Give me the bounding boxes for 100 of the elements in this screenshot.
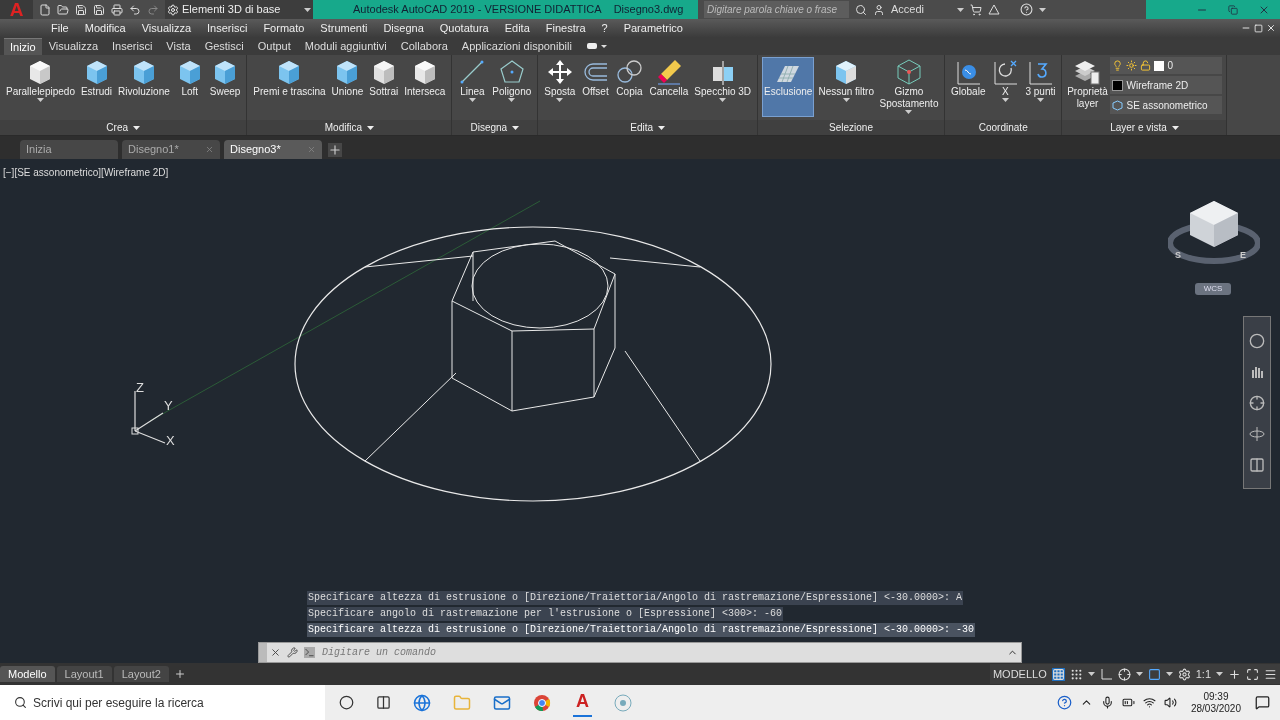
ribbon-tool-button[interactable]: Rivoluzione: [116, 57, 172, 117]
ribbon-tool-button[interactable]: Poligono: [490, 57, 534, 117]
new-file-icon[interactable]: [39, 3, 51, 16]
ribbon-tool-button[interactable]: X: [989, 57, 1022, 117]
menu-item[interactable]: Quotatura: [431, 19, 497, 37]
ribbon-tool-button[interactable]: Nessun filtro: [816, 57, 876, 117]
sign-in-link[interactable]: Accedi: [891, 1, 951, 18]
model-space-button[interactable]: MODELLO: [992, 665, 1047, 683]
menu-item[interactable]: Modifica: [76, 19, 134, 37]
ribbon-tool-button[interactable]: Premi e trascina: [251, 57, 328, 117]
steering-wheel-icon[interactable]: [1249, 332, 1265, 349]
ribbon-tab[interactable]: Output: [250, 38, 298, 55]
ribbon-tab[interactable]: Vista: [159, 38, 198, 55]
annotation-scale[interactable]: 1:1: [1195, 665, 1211, 683]
ribbon-tab[interactable]: Gestisci: [197, 38, 251, 55]
command-line-field[interactable]: Digitare un comando: [258, 642, 1022, 663]
wifi-icon[interactable]: [1142, 696, 1156, 709]
view-dropdown[interactable]: SE assonometrico: [1110, 96, 1223, 114]
ribbon-tool-button[interactable]: Esclusione: [762, 57, 815, 117]
ribbon-tool-button[interactable]: Estrudi: [78, 57, 115, 117]
ribbon-tool-button[interactable]: Gizmo Spostamento: [878, 57, 940, 117]
menu-item[interactable]: Edita: [496, 19, 538, 37]
object-snap-icon[interactable]: [1147, 667, 1161, 681]
print-icon[interactable]: [111, 3, 123, 16]
clock-time[interactable]: 09:39: [1203, 690, 1229, 703]
volume-icon[interactable]: [1163, 696, 1177, 709]
document-tab[interactable]: Disegno1*: [122, 140, 220, 159]
open-folder-icon[interactable]: [57, 3, 69, 16]
panel-title[interactable]: Layer e vista: [1062, 120, 1227, 135]
add-layout-icon[interactable]: [173, 668, 186, 680]
panel-title[interactable]: Disegna: [452, 120, 538, 135]
workspace-icon[interactable]: [1177, 667, 1191, 681]
ribbon-tab[interactable]: Visualizza: [41, 38, 105, 55]
panel-toggle-icon[interactable]: [586, 41, 607, 51]
document-tab[interactable]: Inizia: [20, 140, 118, 159]
triangle-nodes-icon[interactable]: [988, 3, 1000, 16]
restore-icon[interactable]: [1228, 4, 1238, 15]
cart-icon[interactable]: [970, 3, 982, 16]
panel-title[interactable]: Selezione: [758, 120, 944, 135]
ribbon-tool-button[interactable]: Sweep: [207, 57, 243, 117]
ribbon-tab[interactable]: Collabora: [393, 38, 455, 55]
plus-icon[interactable]: [1228, 667, 1241, 681]
redo-icon[interactable]: [147, 3, 159, 16]
clock-date[interactable]: 28/03/2020: [1190, 702, 1241, 715]
layout-tab[interactable]: Layout1: [56, 666, 112, 682]
customize-icon[interactable]: [1264, 667, 1277, 681]
menu-item[interactable]: Disegna: [375, 19, 432, 37]
ribbon-tool-button[interactable]: Offset: [579, 57, 612, 117]
command-prompt-icon[interactable]: [304, 647, 315, 658]
task-view-icon[interactable]: [376, 695, 391, 710]
microphone-icon[interactable]: [1100, 696, 1114, 709]
close-icon[interactable]: [270, 647, 281, 658]
menu-item[interactable]: Formato: [255, 19, 313, 37]
menu-item[interactable]: Finestra: [537, 19, 594, 37]
taskbar-search-field[interactable]: Scrivi qui per eseguire la ricerca: [0, 685, 325, 720]
save-as-icon[interactable]: [93, 3, 105, 16]
menu-item[interactable]: Strumenti: [312, 19, 376, 37]
battery-icon[interactable]: [1121, 696, 1135, 709]
workspace-dropdown[interactable]: Elementi 3D di base: [165, 0, 313, 19]
search-field[interactable]: Digitare parola chiave o frase: [704, 1, 849, 18]
notifications-icon[interactable]: [1255, 695, 1270, 710]
new-tab-icon[interactable]: [328, 143, 342, 157]
ribbon-tab[interactable]: Inserisci: [105, 38, 160, 55]
ribbon-tool-button[interactable]: Proprietà layer: [1066, 57, 1109, 117]
mail-icon[interactable]: [493, 693, 511, 712]
ribbon-tool-button[interactable]: Specchio 3D: [692, 57, 754, 117]
layout-tab[interactable]: Modello: [0, 666, 55, 682]
fullscreen-icon[interactable]: [1246, 667, 1259, 681]
ribbon-tool-button[interactable]: Parallelepipedo: [4, 57, 77, 117]
layer-dropdown[interactable]: 0: [1110, 57, 1223, 74]
snap-icon[interactable]: [1069, 667, 1083, 681]
ribbon-tool-button[interactable]: Linea: [456, 57, 489, 117]
document-tab[interactable]: Disegno3*: [224, 140, 322, 159]
command-input[interactable]: Digitare un comando: [318, 645, 1007, 660]
ribbon-tool-button[interactable]: Copia: [613, 57, 646, 117]
orbit-icon[interactable]: [1249, 425, 1265, 442]
ribbon-tab[interactable]: Inizio: [4, 38, 42, 55]
ribbon-tool-button[interactable]: Unione: [329, 57, 366, 117]
restore-icon[interactable]: [1254, 23, 1263, 33]
undo-icon[interactable]: [129, 3, 141, 16]
menu-item[interactable]: File: [43, 19, 77, 37]
wcs-menu[interactable]: WCS: [1195, 283, 1231, 295]
grid-icon[interactable]: [1051, 667, 1065, 681]
ribbon-tab[interactable]: Moduli aggiuntivi: [297, 38, 394, 55]
ribbon-tab[interactable]: Applicazioni disponibili: [454, 38, 579, 55]
taskbar-app-button[interactable]: A: [573, 688, 592, 717]
save-icon[interactable]: [75, 3, 87, 16]
menu-item[interactable]: ?: [593, 19, 616, 37]
showmotion-icon[interactable]: [1249, 456, 1265, 473]
layout-tab[interactable]: Layout2: [113, 666, 169, 682]
zoom-icon[interactable]: [1249, 394, 1265, 411]
ribbon-tool-button[interactable]: Globale: [949, 57, 988, 117]
viewport-label[interactable]: [−][SE assonometrico][Wireframe 2D]: [3, 165, 169, 180]
search-icon[interactable]: [855, 3, 867, 16]
polar-icon[interactable]: [1117, 667, 1131, 681]
menu-item[interactable]: Visualizza: [133, 19, 200, 37]
ribbon-tool-button[interactable]: 3 punti: [1023, 57, 1058, 117]
chrome-icon[interactable]: [533, 693, 551, 712]
panel-title[interactable]: Coordinate: [945, 120, 1062, 135]
cortana-icon[interactable]: [339, 695, 354, 710]
